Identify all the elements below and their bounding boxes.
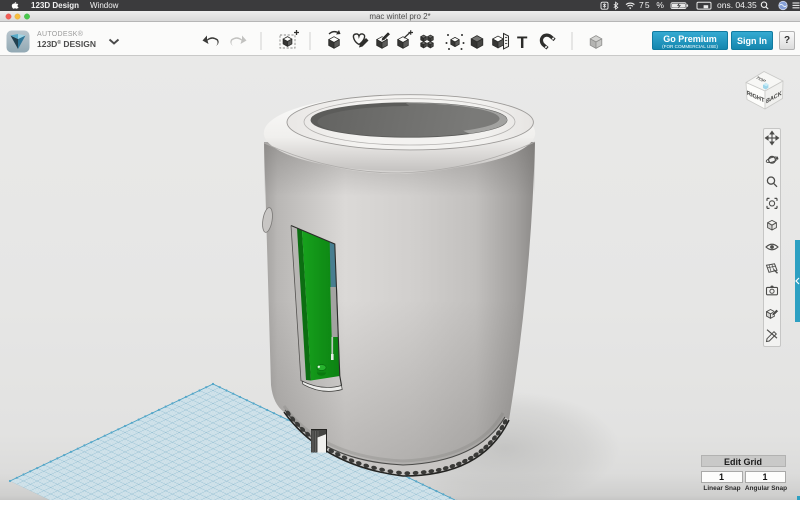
- svg-text:T: T: [517, 33, 528, 52]
